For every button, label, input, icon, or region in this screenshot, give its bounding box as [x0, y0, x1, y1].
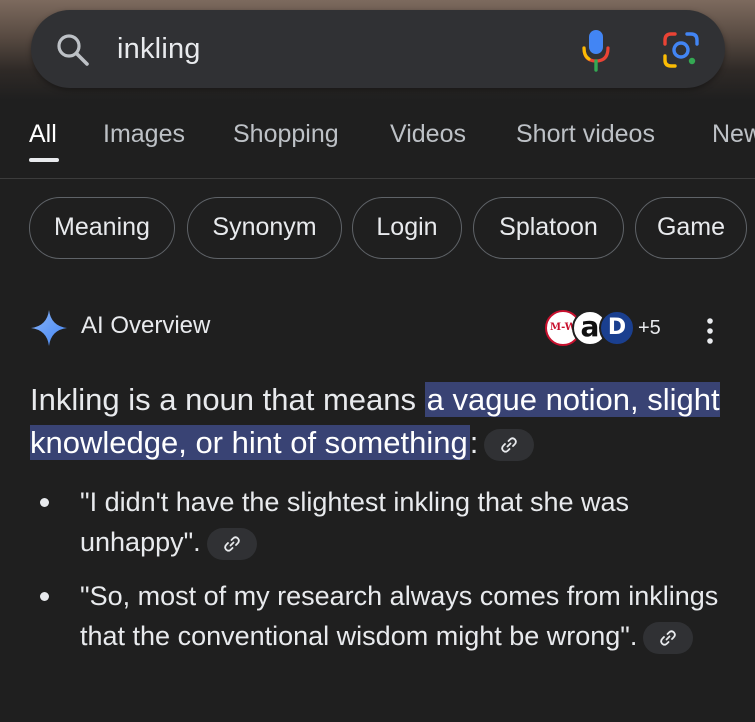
ai-sparkle-icon [31, 310, 67, 346]
search-tabs: All Images Shopping Videos Short videos … [0, 112, 755, 179]
tab-all[interactable]: All [29, 120, 57, 149]
chip-splatoon[interactable]: Splatoon [473, 197, 624, 259]
definition-text: Inkling is a noun that means [30, 382, 425, 417]
tab-videos[interactable]: Videos [390, 120, 466, 149]
citation-link-button[interactable] [484, 428, 535, 461]
ai-overview-title: AI Overview [81, 312, 211, 339]
search-icon[interactable] [55, 32, 91, 68]
active-tab-indicator [29, 158, 59, 162]
definition-colon: : [469, 425, 479, 460]
example-list: "I didn't have the slightest inkling tha… [30, 482, 730, 670]
search-input[interactable]: inkling [117, 31, 201, 67]
ai-overview-definition: Inkling is a noun that means a vague not… [30, 378, 730, 464]
link-icon [501, 437, 518, 453]
dictionary-source-icon[interactable]: D [599, 310, 635, 346]
citation-link-button[interactable] [206, 527, 257, 560]
link-icon [660, 630, 677, 646]
google-lens-icon[interactable] [661, 30, 701, 70]
bullet-dot [40, 592, 49, 601]
tab-images[interactable]: Images [103, 120, 185, 149]
source-icons[interactable]: M-W a D [545, 310, 637, 348]
citation-link-button[interactable] [643, 621, 694, 654]
example-text: "So, most of my research always comes fr… [80, 581, 719, 651]
chip-login[interactable]: Login [352, 197, 462, 259]
tab-shopping[interactable]: Shopping [233, 120, 339, 149]
example-text: "I didn't have the slightest inkling tha… [80, 487, 630, 557]
list-item: "I didn't have the slightest inkling tha… [30, 482, 730, 562]
microphone-icon[interactable] [579, 28, 613, 72]
search-results-page: inkling All Images Shopping Videos Short… [0, 0, 755, 722]
tab-short-videos[interactable]: Short videos [516, 120, 655, 149]
chip-synonym[interactable]: Synonym [187, 197, 342, 259]
list-item: "So, most of my research always comes fr… [30, 576, 730, 656]
tab-news[interactable]: News [712, 120, 755, 149]
more-options-icon[interactable] [700, 316, 720, 346]
search-bar[interactable]: inkling [31, 10, 725, 88]
chip-meaning[interactable]: Meaning [29, 197, 175, 259]
more-sources-count[interactable]: +5 [638, 317, 661, 340]
chip-game[interactable]: Game [635, 197, 747, 259]
link-icon [223, 536, 240, 552]
bullet-dot [40, 498, 49, 507]
